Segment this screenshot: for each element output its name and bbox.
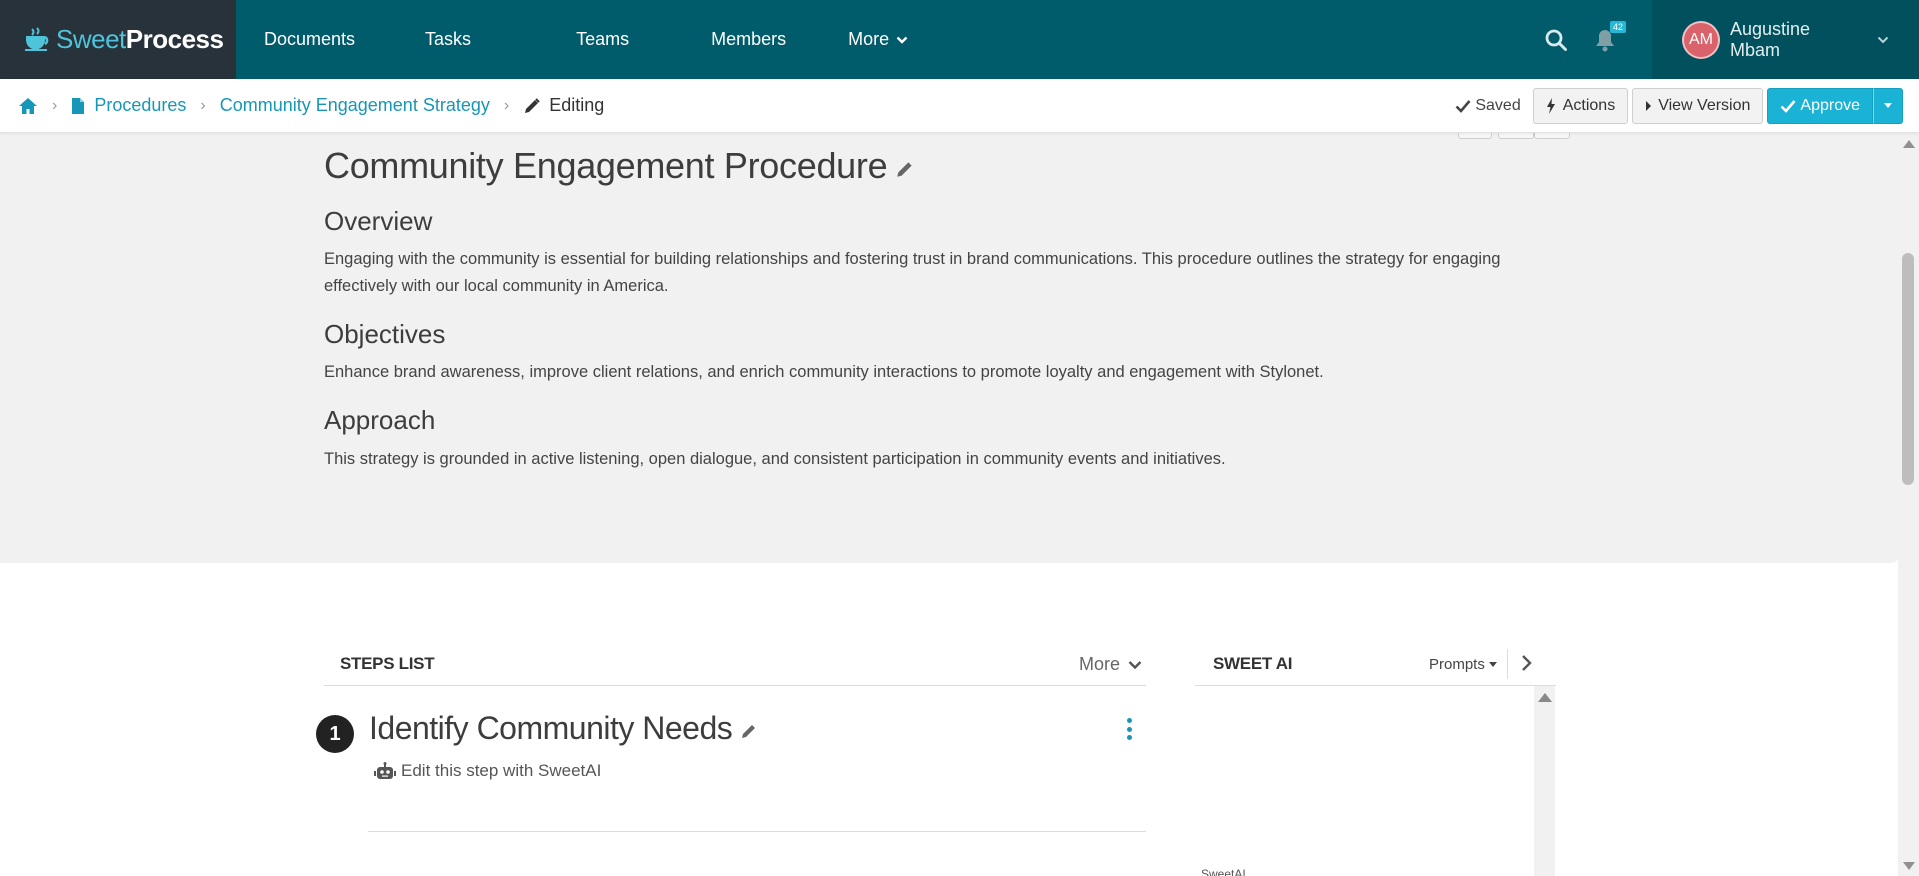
- actions-label: Actions: [1562, 97, 1616, 114]
- chevron-down-icon: [896, 36, 908, 44]
- check-icon: [1455, 100, 1471, 113]
- chevron-right-icon: [1522, 655, 1532, 671]
- robot-icon: [374, 762, 396, 779]
- main-nav: Documents Tasks Teams Members More: [236, 0, 908, 79]
- nav-more[interactable]: More: [848, 29, 908, 50]
- view-version-label: View Version: [1658, 97, 1751, 114]
- scroll-up-arrow[interactable]: [1538, 693, 1552, 702]
- section-heading-overview: Overview: [324, 206, 433, 236]
- divider: [1507, 649, 1508, 679]
- breadcrumb-separator: ›: [52, 96, 58, 114]
- actions-button[interactable]: Actions: [1532, 88, 1629, 124]
- page-scrollbar[interactable]: [1898, 133, 1919, 876]
- breadcrumb-bar: › Procedures › Community Engagement Stra…: [0, 79, 1919, 133]
- pencil-icon[interactable]: [740, 722, 758, 740]
- section-body-approach: This strategy is grounded in active list…: [324, 450, 1226, 468]
- step-divider: [368, 831, 1146, 832]
- sweet-ai-message-author: SweetAI: [1201, 867, 1246, 876]
- notification-badge: 42: [1609, 20, 1626, 33]
- breadcrumb: › Procedures › Community Engagement Stra…: [0, 95, 604, 116]
- editor-toolbar-remnant: [1458, 133, 1576, 139]
- breadcrumb-procedures[interactable]: Procedures: [71, 95, 186, 116]
- sweet-ai-header: SWEET AI Prompts: [1195, 646, 1556, 686]
- section-body-objectives: Enhance brand awareness, improve client …: [324, 363, 1324, 381]
- scroll-thumb[interactable]: [1902, 253, 1914, 485]
- user-name: Augustine Mbam: [1729, 18, 1811, 60]
- chevron-down-icon: [1128, 660, 1142, 669]
- view-version-button[interactable]: View Version: [1632, 88, 1764, 124]
- scroll-up-arrow[interactable]: [1903, 140, 1915, 148]
- saved-label: Saved: [1475, 97, 1521, 114]
- document-title-text: Community Engagement Procedure: [324, 145, 888, 186]
- avatar: AM: [1682, 20, 1720, 59]
- approve-button[interactable]: Approve: [1767, 88, 1873, 124]
- nav-documents[interactable]: Documents: [264, 29, 355, 50]
- notification-bell[interactable]: 42: [1594, 20, 1626, 52]
- toolbar-button[interactable]: [1534, 133, 1570, 139]
- nav-tasks[interactable]: Tasks: [425, 29, 471, 50]
- caret-down-icon: [1488, 662, 1497, 667]
- approve-label: Approve: [1800, 97, 1860, 114]
- section-heading-approach: Approach: [324, 405, 436, 435]
- document-icon: [72, 97, 85, 114]
- top-navbar: SweetProcess Documents Tasks Teams Membe…: [0, 0, 1919, 79]
- breadcrumb-separator: ›: [200, 96, 206, 114]
- edit-step-with-sweetai-link[interactable]: Edit this step with SweetAI: [374, 761, 601, 781]
- brand-name-part1: Sweet: [56, 24, 126, 54]
- breadcrumb-separator: ›: [503, 96, 510, 114]
- steps-list-header: STEPS LIST More: [324, 646, 1146, 686]
- document-description-panel: Community Engagement Procedure Overview …: [0, 133, 1898, 563]
- scroll-down-arrow[interactable]: [1903, 862, 1915, 870]
- brand-name-part2: Process: [125, 24, 224, 54]
- steps-more-label: More: [1078, 654, 1120, 674]
- step-title-text: Identify Community Needs: [369, 710, 733, 746]
- step-title[interactable]: Identify Community Needs: [369, 710, 758, 747]
- nav-teams[interactable]: Teams: [576, 29, 629, 50]
- breadcrumb-procedures-label: Procedures: [94, 95, 187, 115]
- collapse-panel-button[interactable]: [1521, 654, 1533, 677]
- step-number-badge: 1: [316, 715, 354, 753]
- breadcrumb-current-label: Editing: [549, 95, 605, 115]
- section-body-overview: Engaging with the community is essential…: [324, 250, 1501, 295]
- search-icon[interactable]: [1544, 28, 1568, 52]
- steps-list-title: STEPS LIST: [340, 654, 435, 673]
- home-icon[interactable]: [18, 97, 38, 115]
- approve-dropdown-button[interactable]: [1873, 88, 1903, 124]
- breadcrumb-parent[interactable]: Community Engagement Strategy: [220, 95, 490, 116]
- document-title[interactable]: Community Engagement Procedure: [324, 145, 915, 187]
- brand-name: SweetProcess: [56, 24, 224, 55]
- pencil-icon[interactable]: [895, 159, 915, 179]
- caret-down-icon: [1884, 103, 1892, 108]
- coffee-cup-icon: [22, 25, 52, 55]
- user-menu[interactable]: AM Augustine Mbam: [1652, 0, 1919, 79]
- prompts-dropdown[interactable]: Prompts: [1429, 656, 1497, 673]
- sweet-ai-chat-area[interactable]: [1195, 686, 1556, 876]
- caret-right-icon: [1646, 101, 1652, 111]
- sweet-ai-scrollbar[interactable]: [1534, 686, 1555, 876]
- lightning-icon: [1546, 98, 1555, 114]
- toolbar-button[interactable]: [1458, 133, 1492, 139]
- steps-more-button[interactable]: More: [1079, 654, 1142, 675]
- brand-logo[interactable]: SweetProcess: [0, 0, 236, 79]
- document-actions: Saved Actions View Version Approve: [1455, 88, 1903, 124]
- prompts-label: Prompts: [1429, 656, 1485, 673]
- pencil-icon: [525, 97, 540, 113]
- toolbar-button[interactable]: [1498, 133, 1534, 139]
- nav-more-label: More: [848, 29, 890, 49]
- section-heading-objectives: Objectives: [324, 319, 446, 349]
- saved-status: Saved: [1455, 97, 1521, 115]
- edit-step-with-sweetai-label: Edit this step with SweetAI: [401, 761, 602, 780]
- sweet-ai-title: SWEET AI: [1213, 654, 1293, 673]
- chevron-down-icon: [1877, 36, 1889, 43]
- step-options-icon[interactable]: [1122, 718, 1136, 740]
- nav-right: 42 AM Augustine Mbam: [1544, 0, 1919, 79]
- breadcrumb-current: Editing: [523, 95, 604, 116]
- check-icon: [1780, 100, 1796, 113]
- nav-members[interactable]: Members: [711, 29, 786, 50]
